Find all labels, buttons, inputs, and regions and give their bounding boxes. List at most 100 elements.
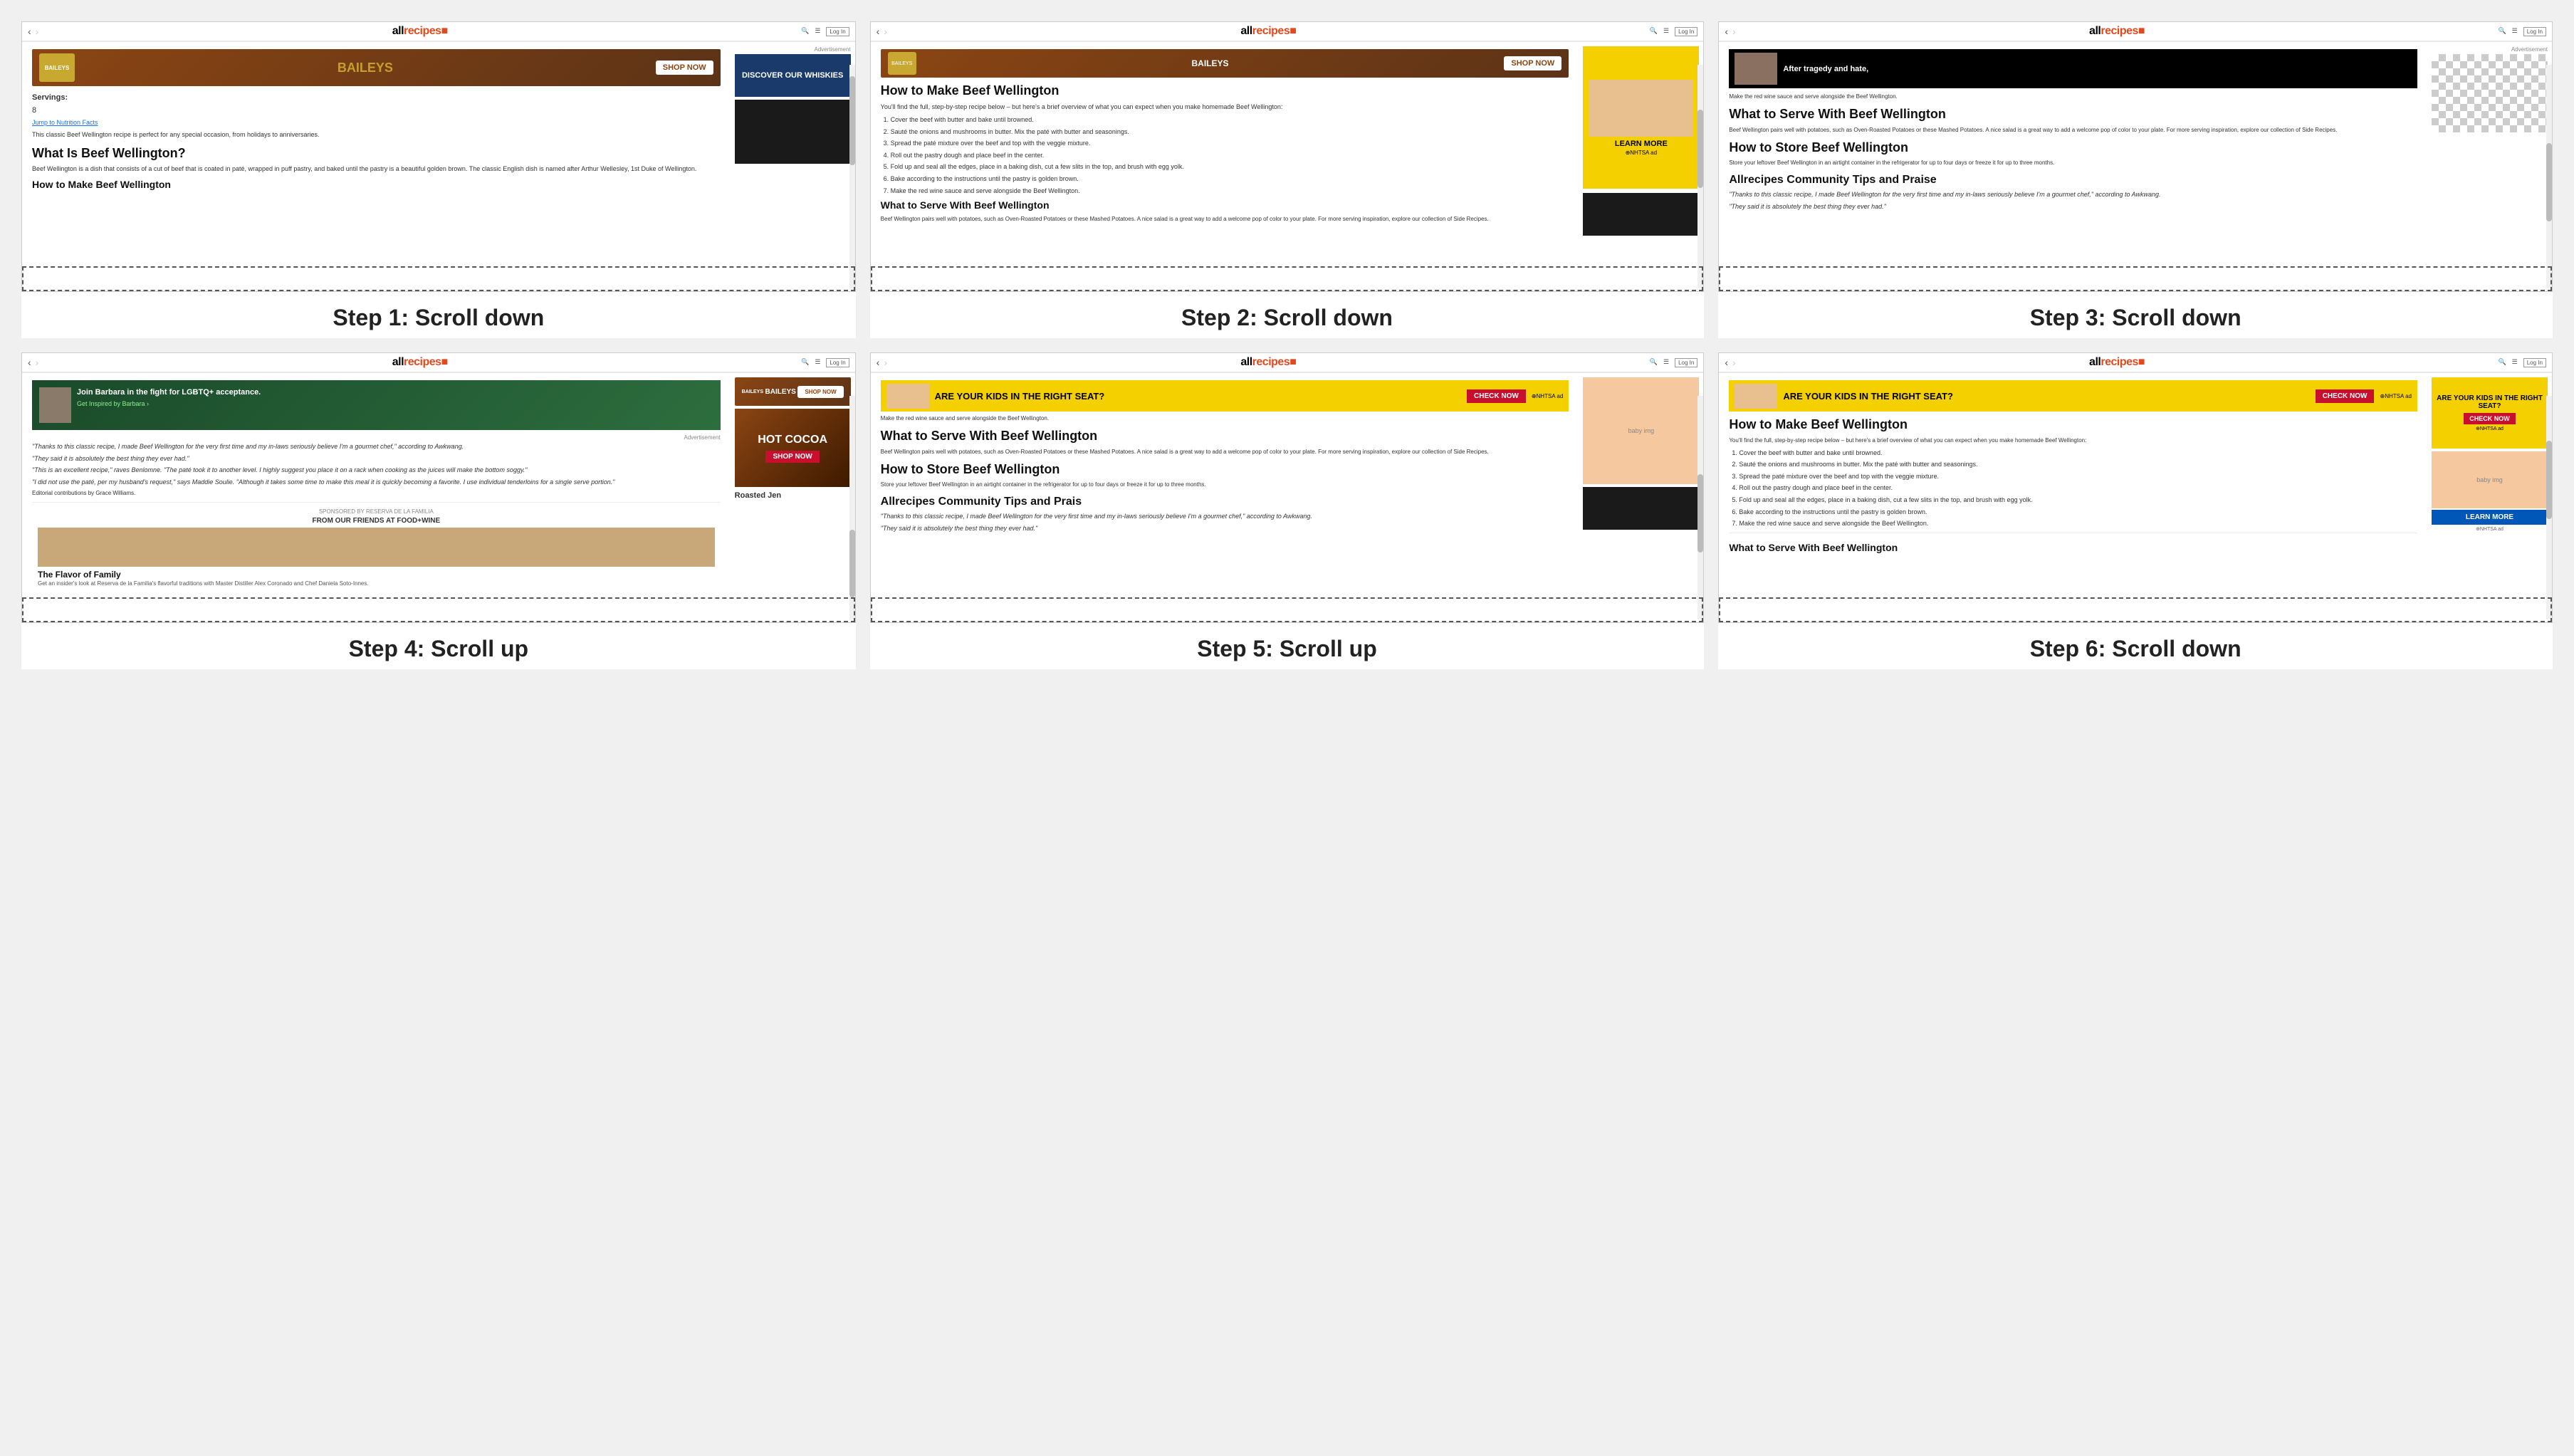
nav-menu-2[interactable]: ☰ bbox=[1663, 27, 1669, 36]
nav-search-3[interactable]: 🔍 bbox=[2498, 27, 2506, 36]
barbara-ad[interactable]: Join Barbara in the fight for LGBTQ+ acc… bbox=[32, 380, 721, 430]
step3-store-text: Store your leftover Beef Wellington in a… bbox=[1729, 159, 2417, 167]
step-item-1: Cover the beef with butter and bake unti… bbox=[891, 115, 1569, 125]
nav-menu[interactable]: ☰ bbox=[815, 27, 820, 36]
allrecipes-logo-5: allrecipes■ bbox=[1240, 356, 1296, 369]
nav-back-icon-4[interactable]: ‹ bbox=[28, 357, 31, 368]
barbara-img bbox=[39, 387, 71, 423]
step4-baileys-banner[interactable]: BAILEYS BAILEYS SHOP NOW bbox=[735, 377, 851, 406]
step-item-4: Roll out the pastry dough and place beef… bbox=[891, 151, 1569, 160]
step-5-cell: ‹ › allrecipes■ 🔍 ☰ Log In ARE YO bbox=[870, 352, 1705, 669]
nav-search-4[interactable]: 🔍 bbox=[801, 358, 809, 367]
scrollbar-6[interactable] bbox=[2546, 396, 2552, 619]
nav-back-icon-3[interactable]: ‹ bbox=[1725, 26, 1728, 37]
nav-items-6: 🔍 ☰ Log In bbox=[2498, 358, 2546, 367]
cocoa-text: HOT COCOA bbox=[758, 434, 827, 446]
nav-forward-icon[interactable]: › bbox=[36, 26, 39, 37]
step5-nhtsa-banner[interactable]: ARE YOUR KIDS IN THE RIGHT SEAT? CHECK N… bbox=[881, 380, 1569, 412]
step-2-header: ‹ › allrecipes■ 🔍 ☰ Log In bbox=[871, 22, 1704, 42]
scrollbar-1[interactable] bbox=[849, 65, 855, 288]
nhtsa-check-btn-6[interactable]: CHECK NOW bbox=[2316, 389, 2375, 403]
scrollbar-4[interactable] bbox=[849, 396, 855, 619]
nhtsa-logo-5: ⊕NHTSA ad bbox=[1532, 393, 1564, 399]
barbara-sub[interactable]: Get Inspired by Barbara › bbox=[77, 400, 261, 407]
nav-forward-icon-6[interactable]: › bbox=[1732, 357, 1736, 368]
step-2-sidebar: LEARN MORE ⊕NHTSA ad bbox=[1579, 42, 1703, 288]
step5-baby-side-img: baby img bbox=[1583, 377, 1699, 484]
nav-login-5[interactable]: Log In bbox=[1675, 358, 1697, 367]
cocoa-ad[interactable]: HOT COCOA SHOP NOW bbox=[735, 409, 851, 487]
step-4-page: Join Barbara in the fight for LGBTQ+ acc… bbox=[22, 373, 855, 619]
nhtsa-baby-img-6 bbox=[1735, 384, 1777, 409]
nav-back-icon-2[interactable]: ‹ bbox=[877, 26, 880, 37]
nav-search[interactable]: 🔍 bbox=[801, 27, 809, 36]
nav-back-icon-6[interactable]: ‹ bbox=[1725, 357, 1728, 368]
step-item-3: Spread the paté mixture over the beef an… bbox=[891, 139, 1569, 148]
step6-baby-side-img: baby img bbox=[2432, 451, 2548, 508]
nav-back-icon[interactable]: ‹ bbox=[28, 26, 31, 37]
nav-forward-icon-4[interactable]: › bbox=[36, 357, 39, 368]
step2-banner-cta[interactable]: SHOP NOW bbox=[1504, 56, 1561, 70]
step-3-sidebar: Advertisement bbox=[2427, 42, 2552, 288]
step6-nhtsa-banner[interactable]: ARE YOUR KIDS IN THE RIGHT SEAT? CHECK N… bbox=[1729, 380, 2417, 412]
step-6-label: Step 6: Scroll down bbox=[2030, 623, 2241, 669]
step6-nhtsa-side-ad[interactable]: ARE YOUR KIDS IN THE RIGHT SEAT? CHECK N… bbox=[2432, 377, 2548, 449]
step6-nhtsa-sub: ⊕NHTSA ad bbox=[2432, 526, 2548, 532]
nav-menu-4[interactable]: ☰ bbox=[815, 358, 820, 367]
flavor-family-ad: SPONSORED BY RESERVA DE LA FAMILIA FROM … bbox=[32, 502, 721, 593]
step5-store-heading: How to Store Beef Wellington bbox=[881, 462, 1569, 478]
baileys-ad-banner[interactable]: BAILEYS BAILEYS SHOP NOW bbox=[32, 49, 721, 86]
step6-nhtsa-side-btn[interactable]: CHECK NOW bbox=[2464, 413, 2516, 424]
nav-forward-icon-5[interactable]: › bbox=[884, 357, 887, 368]
cocoa-btn[interactable]: SHOP NOW bbox=[765, 451, 819, 463]
step-4-cell: ‹ › allrecipes■ 🔍 ☰ Log In bbox=[21, 352, 856, 669]
nav-search-2[interactable]: 🔍 bbox=[1650, 27, 1658, 36]
scrollbar-5[interactable] bbox=[1697, 396, 1703, 619]
nutrition-link[interactable]: Jump to Nutrition Facts bbox=[32, 119, 721, 126]
step4-tip3: "This is an excellent recipe," raves Ben… bbox=[32, 466, 721, 475]
step-item-2: Sauté the onions and mushrooms in butter… bbox=[891, 127, 1569, 137]
discover-box[interactable]: DISCOVER OUR WHISKIES bbox=[735, 54, 851, 97]
step4-shop-btn[interactable]: SHOP NOW bbox=[797, 386, 843, 398]
allrecipes-logo-6: allrecipes■ bbox=[2089, 356, 2145, 369]
nav-login[interactable]: Log In bbox=[826, 27, 849, 36]
nhtsa-check-btn-5[interactable]: CHECK NOW bbox=[1467, 389, 1526, 403]
nav-forward-icon-2[interactable]: › bbox=[884, 26, 887, 37]
step6-learn-more-btn[interactable]: LEARN MORE bbox=[2432, 510, 2548, 525]
step2-banner-brand: BAILEYS bbox=[1192, 58, 1229, 68]
nav-search-5[interactable]: 🔍 bbox=[1650, 358, 1658, 367]
video-overlay-3[interactable]: After tragedy and hate, bbox=[1729, 49, 2417, 88]
step-1-sidebar: Advertisement DISCOVER OUR WHISKIES bbox=[731, 42, 855, 288]
step2-baileys-banner[interactable]: BAILEYS BAILEYS SHOP NOW bbox=[881, 49, 1569, 78]
step6-item-5: Fold up and seal all the edges, place in… bbox=[1739, 496, 2417, 505]
scrollbar-2[interactable] bbox=[1697, 65, 1703, 288]
allrecipes-logo-3: allrecipes■ bbox=[2089, 25, 2145, 38]
nhtsa-text-5: ARE YOUR KIDS IN THE RIGHT SEAT? bbox=[935, 391, 1461, 402]
step4-ad-label: Advertisement bbox=[32, 434, 721, 441]
nav-login-3[interactable]: Log In bbox=[2523, 27, 2546, 36]
nhtsa-text-6: ARE YOUR KIDS IN THE RIGHT SEAT? bbox=[1783, 391, 2309, 402]
step1-servings: Servings: 8 bbox=[32, 90, 721, 116]
side-dark-block bbox=[735, 100, 851, 164]
nav-back-icon-5[interactable]: ‹ bbox=[877, 357, 880, 368]
nhtsa-baby-img-5 bbox=[886, 384, 929, 409]
step5-tip2: "They said it is absolutely the best thi… bbox=[881, 524, 1569, 533]
allrecipes-logo: allrecipes■ bbox=[392, 25, 448, 38]
nav-menu-3[interactable]: ☰ bbox=[2512, 27, 2518, 36]
baileys-cta[interactable]: SHOP NOW bbox=[656, 61, 713, 75]
nav-menu-6[interactable]: ☰ bbox=[2512, 358, 2518, 367]
nav-login-6[interactable]: Log In bbox=[2523, 358, 2546, 367]
step2-nhtsa-ad[interactable]: LEARN MORE ⊕NHTSA ad bbox=[1583, 46, 1699, 189]
nav-menu-5[interactable]: ☰ bbox=[1663, 358, 1669, 367]
video-thumb bbox=[1735, 53, 1777, 85]
step-4-header: ‹ › allrecipes■ 🔍 ☰ Log In bbox=[22, 353, 855, 373]
nav-login-4[interactable]: Log In bbox=[826, 358, 849, 367]
step-3-screenshot: ‹ › allrecipes■ 🔍 ☰ Log In After bbox=[1718, 21, 2553, 292]
flavor-img bbox=[38, 528, 715, 567]
nav-forward-icon-3[interactable]: › bbox=[1732, 26, 1736, 37]
nav-search-6[interactable]: 🔍 bbox=[2498, 358, 2506, 367]
nav-login-2[interactable]: Log In bbox=[1675, 27, 1697, 36]
step-6-page: ARE YOUR KIDS IN THE RIGHT SEAT? CHECK N… bbox=[1719, 373, 2552, 619]
step-5-page: ARE YOUR KIDS IN THE RIGHT SEAT? CHECK N… bbox=[871, 373, 1704, 619]
scrollbar-3[interactable] bbox=[2546, 65, 2552, 288]
